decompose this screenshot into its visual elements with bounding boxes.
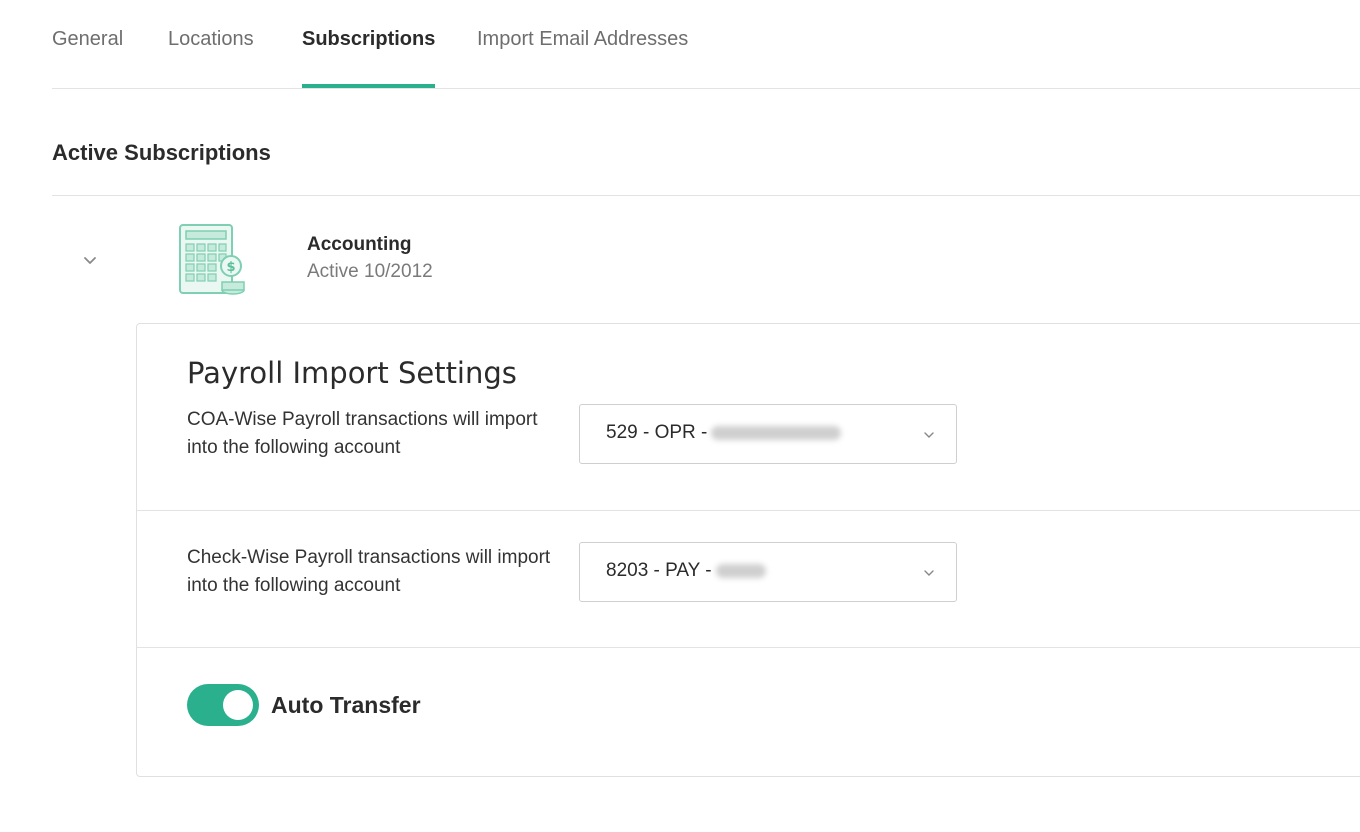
row-divider	[137, 510, 1360, 511]
check-payroll-label: Check-Wise Payroll transactions will imp…	[187, 547, 551, 596]
collapse-chevron-icon[interactable]	[78, 248, 102, 272]
coa-account-select[interactable]: 529 - OPR -	[579, 404, 957, 464]
chevron-down-icon	[924, 432, 934, 438]
subscription-name: Accounting	[307, 234, 412, 255]
row-divider	[137, 647, 1360, 648]
auto-transfer-label: Auto Transfer	[271, 692, 421, 718]
tab-general[interactable]: General	[52, 28, 123, 89]
section-title: Active Subscriptions	[52, 140, 271, 165]
svg-text:$: $	[226, 260, 235, 275]
auto-transfer-toggle[interactable]	[187, 684, 259, 726]
tab-import-email-addresses[interactable]: Import Email Addresses	[477, 28, 688, 89]
check-account-value: 8203 - PAY -	[606, 560, 766, 582]
tab-locations[interactable]: Locations	[168, 28, 254, 89]
subscription-status: Active 10/2012	[307, 261, 433, 282]
chevron-down-icon	[924, 570, 934, 576]
tab-bar: General Locations Subscriptions Import E…	[52, 0, 1360, 89]
check-account-select[interactable]: 8203 - PAY -	[579, 542, 957, 602]
tab-subscriptions[interactable]: Subscriptions	[302, 28, 436, 88]
coa-payroll-label: COA-Wise Payroll transactions will impor…	[187, 409, 538, 458]
calculator-money-icon: $	[176, 222, 248, 298]
toggle-knob	[223, 690, 253, 720]
coa-account-value: 529 - OPR -	[606, 422, 842, 444]
payroll-import-settings-panel: Payroll Import Settings COA-Wise Payroll…	[136, 323, 1360, 777]
section-divider	[52, 195, 1360, 196]
panel-title: Payroll Import Settings	[187, 356, 517, 390]
